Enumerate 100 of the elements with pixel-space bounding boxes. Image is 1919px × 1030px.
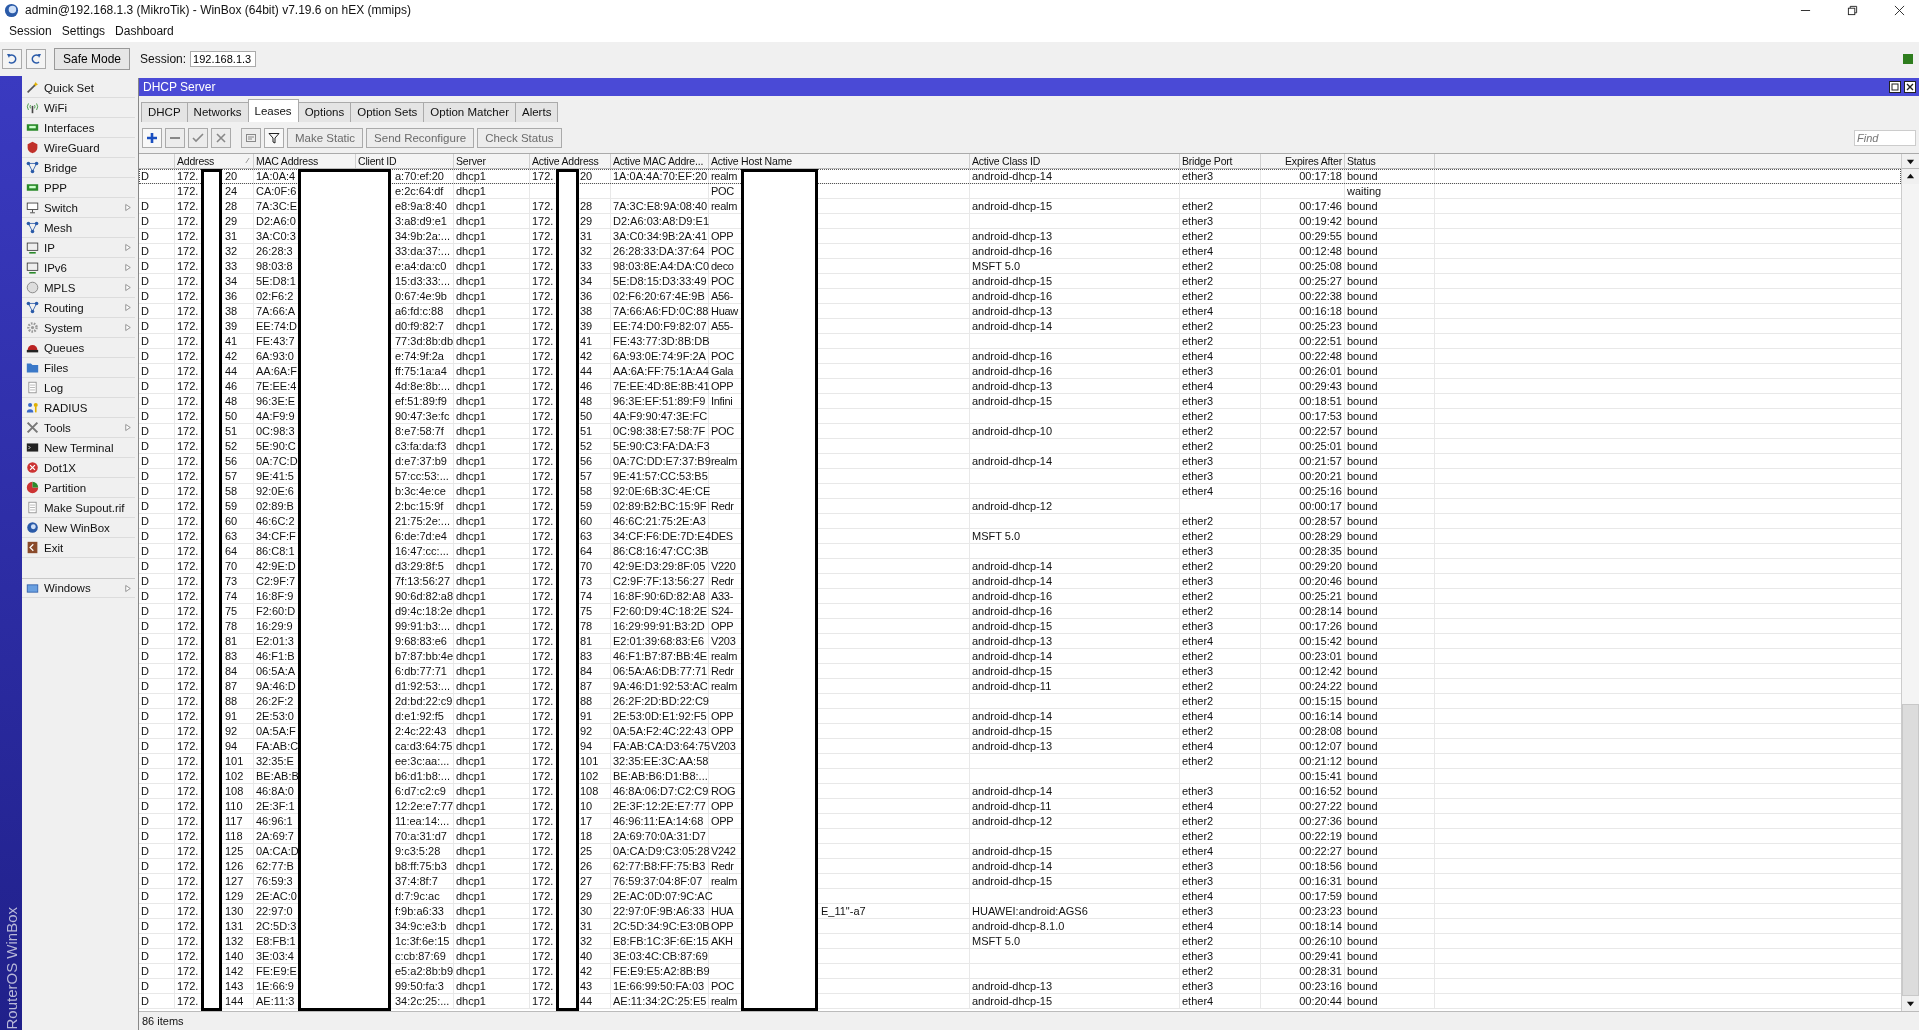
table-cell: 96:3E:E: [256, 394, 296, 408]
table-cell-text: 172.: [532, 619, 555, 633]
redo-button[interactable]: [26, 49, 46, 69]
column-header[interactable]: Client ID: [356, 154, 454, 168]
table-cell: E2:01:3: [256, 634, 294, 648]
column-header[interactable]: Expires After: [1261, 154, 1345, 168]
safe-mode-button[interactable]: Safe Mode: [54, 48, 131, 70]
table-cell: D: [141, 649, 149, 663]
table-cell: 75: [225, 604, 238, 618]
table-cell: 0:67:4e:9b: [395, 289, 447, 303]
table-cell-text: 172.: [177, 439, 200, 453]
table-cell: ether3: [1182, 859, 1214, 873]
sidebar-item[interactable]: Bridge: [22, 158, 135, 178]
table-cell: 00:20:44: [1299, 994, 1342, 1008]
table-cell: 5E:D8:1: [256, 274, 296, 288]
table-cell: dhcp1: [456, 739, 486, 753]
column-header[interactable]: MAC Address: [254, 154, 356, 168]
table-cell: e8:9a:8:40: [395, 199, 447, 213]
table-cell-text: 172.: [177, 709, 200, 723]
sidebar-label: WireGuard: [44, 141, 101, 154]
column-header[interactable]: Bridge Port: [1180, 154, 1261, 168]
menu-item[interactable]: Settings: [56, 24, 111, 38]
table-cell-text: A33-: [711, 589, 735, 603]
table-cell: dhcp1: [456, 199, 486, 213]
close-icon[interactable]: [1904, 81, 1916, 93]
table-cell: android-dhcp-16: [972, 289, 1053, 303]
table-cell-text: realm: [711, 649, 738, 663]
table-cell: 36: [580, 289, 593, 303]
table-cell: 00:17:46: [1299, 199, 1342, 213]
sidebar-item[interactable]: WireGuard: [22, 138, 135, 158]
tab[interactable]: Alerts: [515, 102, 559, 122]
table-cell: bound: [1347, 499, 1378, 513]
add-button[interactable]: [142, 128, 162, 148]
nodes-icon: [26, 301, 39, 314]
table-cell: 00:22:27: [1299, 844, 1342, 858]
table-cell-text: 172.: [532, 604, 555, 618]
table-cell-text: Redr: [711, 574, 735, 588]
arrow-down-icon: [1906, 999, 1915, 1008]
sidebar-item[interactable]: Routing: [22, 298, 135, 318]
table-cell: ether2: [1182, 604, 1214, 618]
table-cell: dhcp1: [456, 304, 486, 318]
table-cell: bound: [1347, 844, 1378, 858]
filter-button[interactable]: [264, 128, 284, 148]
tab[interactable]: Option Sets: [350, 102, 425, 122]
sidebar-item[interactable]: Windows: [22, 578, 135, 598]
sidebar-item[interactable]: Make Supout.rif: [22, 498, 135, 518]
sidebar-item[interactable]: MPLS: [22, 278, 135, 298]
table-cell: bound: [1347, 739, 1378, 753]
table-cell: c3:fa:da:f3: [395, 439, 447, 453]
sidebar-label: Windows: [44, 582, 92, 594]
scrollbar-thumb[interactable]: [1902, 704, 1919, 996]
table-cell: 59: [225, 499, 238, 513]
menu-item[interactable]: Dashboard: [110, 24, 179, 38]
window-title: DHCP Server: [143, 80, 217, 94]
sidebar-item[interactable]: Exit: [22, 538, 135, 558]
column-header[interactable]: Active MAC Addre...: [611, 154, 709, 168]
column-header[interactable]: Server: [454, 154, 530, 168]
table-cell: dhcp1: [456, 169, 486, 183]
table-cell: bound: [1347, 799, 1378, 813]
sidebar-item[interactable]: Log: [22, 378, 135, 398]
table-cell: 126: [225, 859, 244, 873]
tab[interactable]: Leases: [247, 99, 299, 122]
table-cell: 81: [225, 634, 238, 648]
table-cell: 33: [225, 259, 238, 273]
menu-item[interactable]: Session: [4, 24, 57, 38]
table-cell: android-dhcp-13: [972, 634, 1053, 648]
table-cell: 92: [580, 724, 593, 738]
error-icon: [26, 461, 39, 474]
table-cell: ether4: [1182, 844, 1214, 858]
table-cell-text: 172.: [177, 964, 200, 978]
table-cell-text: 172.: [532, 829, 555, 843]
undo-button[interactable]: [2, 49, 22, 69]
session-field[interactable]: 192.168.1.3: [190, 51, 257, 67]
table-cell-text: 172.: [532, 229, 555, 243]
tab[interactable]: Networks: [186, 102, 249, 122]
table-cell-text: V220: [711, 559, 737, 573]
table-cell: 59: [580, 499, 593, 513]
tab[interactable]: DHCP: [141, 102, 188, 122]
sidebar-item[interactable]: Quick Set: [22, 78, 135, 98]
sidebar-item[interactable]: Mesh: [22, 218, 135, 238]
column-header[interactable]: Active Address: [530, 154, 611, 168]
table-cell: dhcp1: [456, 919, 486, 933]
table-cell: 00:29:55: [1299, 229, 1342, 243]
column-header[interactable]: Active Host Name: [709, 154, 970, 168]
column-header[interactable]: Active Class ID: [970, 154, 1180, 168]
column-header[interactable]: Address: [175, 154, 254, 168]
table-cell: a:70:ef:20: [395, 169, 444, 183]
restore-icon[interactable]: [1847, 4, 1858, 16]
sidebar-item[interactable]: Partition: [22, 478, 135, 498]
restore-icon[interactable]: [1889, 81, 1901, 93]
table-cell: 00:22:48: [1299, 349, 1342, 363]
table-cell-text: 172.: [532, 319, 555, 333]
tab[interactable]: Option Matcher: [423, 102, 516, 122]
table-cell: bound: [1347, 274, 1378, 288]
table-cell-text: 172.: [532, 349, 555, 363]
close-icon[interactable]: [1894, 4, 1905, 16]
find-field[interactable]: Find: [1854, 130, 1916, 146]
table-cell: dhcp1: [456, 949, 486, 963]
column-header[interactable]: Status: [1345, 154, 1435, 168]
tab[interactable]: Options: [297, 102, 352, 122]
